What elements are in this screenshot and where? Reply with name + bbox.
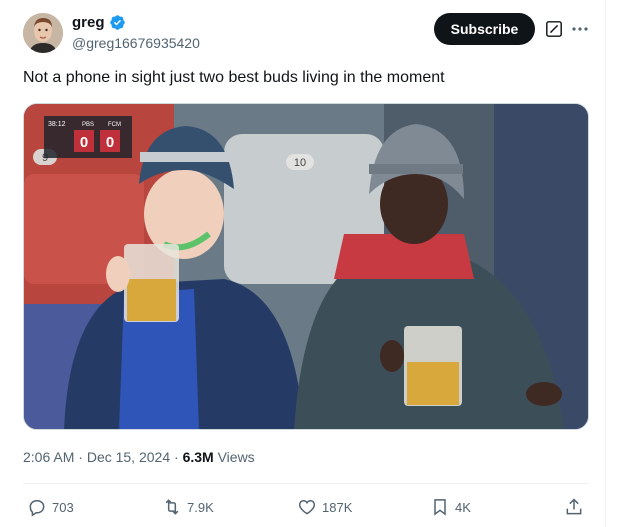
- author-name-row: greg: [72, 14, 126, 31]
- scoreboard-team-a: PBS: [82, 122, 94, 128]
- scoreboard-score-a: 0: [80, 134, 88, 151]
- bookmark-count: 4K: [455, 499, 471, 515]
- share-icon: [566, 498, 582, 515]
- scoreboard: 38:12 PBS FCM 0 0: [44, 116, 132, 158]
- avatar[interactable]: [23, 13, 63, 53]
- repost-count: 7.9K: [187, 499, 214, 515]
- heart-icon: [298, 499, 316, 515]
- subscribe-button[interactable]: Subscribe: [434, 13, 535, 45]
- tweet-text: Not a phone in sight just two best buds …: [23, 69, 445, 86]
- scoreboard-score-b: 0: [106, 134, 114, 151]
- like-count: 187K: [322, 499, 353, 515]
- reply-icon: [29, 500, 45, 517]
- tweet-date: Dec 15, 2024: [86, 449, 171, 465]
- like-button[interactable]: 187K: [297, 495, 352, 519]
- reply-button[interactable]: 703: [27, 495, 74, 519]
- stadium-photo: 9 10 38:12 PBS FCM 0 0: [24, 104, 588, 429]
- author-handle[interactable]: @greg16676935420: [72, 35, 200, 51]
- verified-badge-icon: [109, 15, 125, 30]
- scoreboard-clock: 38:12: [48, 121, 66, 128]
- share-button[interactable]: [564, 495, 584, 519]
- tweet-card: greg @greg16676935420 Subscribe Not a ph…: [0, 0, 606, 527]
- bookmark-icon: [434, 499, 446, 516]
- separator-dot: ·: [174, 449, 183, 465]
- more-options-icon[interactable]: [571, 21, 589, 37]
- views-count: 6.3M: [182, 449, 214, 465]
- tweet-time: 2:06 AM: [23, 449, 75, 465]
- divider: [23, 483, 589, 484]
- tweet-photo[interactable]: 9 10 38:12 PBS FCM 0 0: [23, 103, 589, 430]
- seat-number-10: 10: [294, 157, 306, 169]
- bookmark-button[interactable]: 4K: [430, 495, 471, 519]
- repost-icon: [165, 499, 179, 515]
- grok-icon[interactable]: [545, 20, 563, 38]
- separator-dot: ·: [78, 449, 87, 465]
- repost-button[interactable]: 7.9K: [162, 495, 214, 519]
- scoreboard-team-b: FCM: [108, 122, 121, 128]
- tweet-timestamp[interactable]: 2:06 AM · Dec 15, 2024 · 6.3M Views: [23, 449, 255, 465]
- views-label: Views: [217, 449, 255, 465]
- reply-count: 703: [52, 499, 74, 515]
- author-display-name[interactable]: greg: [72, 14, 105, 31]
